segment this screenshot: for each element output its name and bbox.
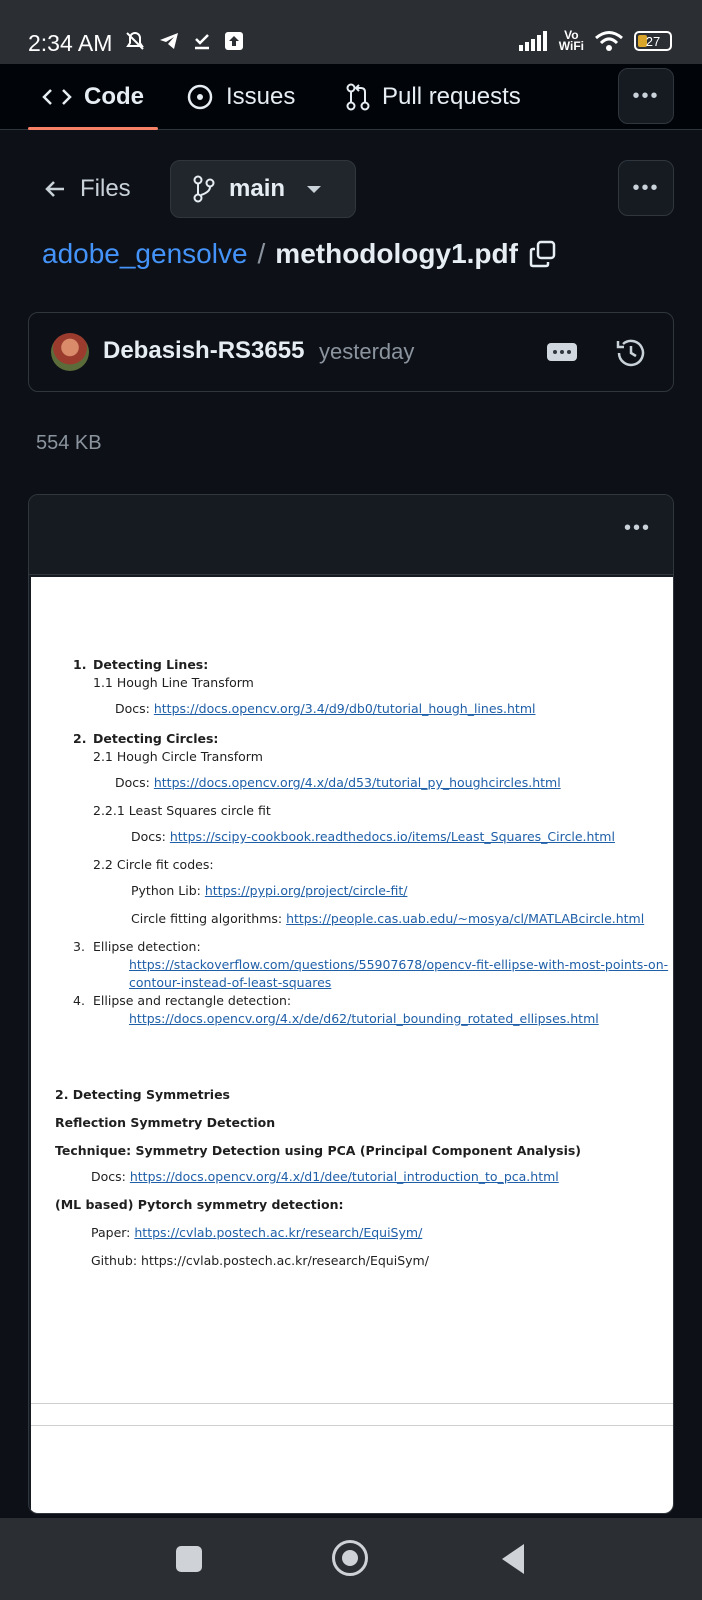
history-icon[interactable]: [613, 335, 649, 371]
tab-label: Code: [84, 83, 144, 110]
page-divider: [31, 1403, 673, 1404]
wifi-icon: [595, 31, 623, 51]
upload-icon: [225, 32, 243, 50]
more-horizontal-icon: •••: [632, 176, 660, 199]
vowifi-label: Vo WiFi: [558, 28, 584, 53]
doc-link[interactable]: https://stackoverflow.com/questions/5590…: [129, 957, 668, 972]
tab-pull-requests[interactable]: Pull requests: [346, 64, 521, 130]
more-horizontal-icon[interactable]: •••: [624, 517, 651, 540]
avatar[interactable]: [51, 333, 89, 371]
active-tab-indicator: [28, 127, 158, 130]
latest-commit-box[interactable]: Debasish-RS3655 yesterday: [28, 312, 674, 392]
breadcrumb: adobe_gensolve / methodology1.pdf: [42, 238, 558, 270]
files-label: Files: [80, 175, 131, 202]
copy-icon[interactable]: [528, 239, 558, 269]
list-number: 2.: [73, 731, 87, 746]
tab-code[interactable]: Code: [42, 64, 144, 130]
system-icons: Vo WiFi 27: [518, 28, 672, 53]
recents-icon[interactable]: [176, 1546, 202, 1572]
doc-link[interactable]: https://cvlab.postech.ac.kr/research/Equ…: [134, 1225, 422, 1240]
github-line: Github: https://cvlab.postech.ac.kr/rese…: [91, 1253, 429, 1268]
pdf-page[interactable]: 1. Detecting Lines: 1.1 Hough Line Trans…: [31, 577, 673, 1513]
subsection-title: 2.1 Hough Circle Transform: [93, 749, 263, 764]
section-title: Ellipse detection:: [93, 939, 201, 954]
docs-line: Python Lib: https://pypi.org/project/cir…: [131, 883, 408, 898]
files-back-button[interactable]: Files: [44, 166, 131, 212]
list-number: 4.: [73, 993, 85, 1008]
battery-icon: 27: [634, 31, 672, 51]
system-navigation-bar: [0, 1518, 702, 1600]
chevron-down-icon: [307, 185, 322, 193]
subsection-title: 2.2.1 Least Squares circle fit: [93, 803, 271, 818]
status-time: 2:34 AM: [28, 30, 113, 56]
doc-link-line: contour-instead-of-least-squares: [129, 975, 331, 990]
branch-name: main: [229, 175, 286, 202]
doc-link[interactable]: https://docs.opencv.org/4.x/da/d53/tutor…: [154, 775, 561, 790]
page-divider: [31, 1425, 673, 1426]
doc-link[interactable]: https://docs.opencv.org/3.4/d9/db0/tutor…: [154, 701, 536, 716]
tab-label: Issues: [226, 83, 296, 110]
breadcrumb-file-name: methodology1.pdf: [275, 238, 518, 269]
issue-circle-icon: [187, 84, 213, 110]
download-done-icon: [195, 34, 209, 50]
docs-line: Docs: https://scipy-cookbook.readthedocs…: [131, 829, 615, 844]
doc-link[interactable]: https://docs.opencv.org/4.x/de/d62/tutor…: [129, 1011, 599, 1026]
breadcrumb-separator: /: [257, 238, 266, 269]
bell-off-icon: [126, 31, 144, 50]
commit-time: yesterday: [319, 339, 415, 364]
file-size: 554 KB: [36, 432, 102, 454]
file-more-button[interactable]: •••: [618, 160, 674, 216]
section-title: Ellipse and rectangle detection:: [93, 993, 292, 1008]
subsection-title: 1.1 Hough Line Transform: [93, 675, 254, 690]
docs-line: Docs: https://docs.opencv.org/4.x/da/d53…: [115, 775, 561, 790]
repo-tab-bar: Code Issues Pull requests •••: [0, 64, 702, 130]
doc-link[interactable]: https://docs.opencv.org/4.x/d1/dee/tutor…: [130, 1169, 559, 1184]
section-title: Detecting Lines:: [93, 657, 209, 672]
section-title: 2. Detecting Symmetries: [55, 1087, 230, 1102]
more-horizontal-icon: •••: [632, 84, 660, 107]
commit-message-expand-button[interactable]: [547, 343, 577, 361]
doc-link[interactable]: https://pypi.org/project/circle-fit/: [205, 883, 408, 898]
section-title: Detecting Circles:: [93, 731, 219, 746]
breadcrumb-repo-link[interactable]: adobe_gensolve: [42, 238, 248, 270]
subsection-title: Reflection Symmetry Detection: [55, 1115, 276, 1130]
pdf-viewer: ••• 1. Detecting Lines: 1.1 Hough Line T…: [28, 494, 674, 1514]
back-icon[interactable]: [502, 1544, 524, 1574]
notification-icons: [124, 30, 244, 52]
branch-selector[interactable]: main: [170, 160, 356, 218]
docs-line: Circle fitting algorithms: https://peopl…: [131, 911, 645, 926]
doc-link[interactable]: https://scipy-cookbook.readthedocs.io/it…: [170, 829, 615, 844]
code-icon: [42, 89, 72, 105]
arrow-left-icon: [45, 181, 64, 197]
docs-line: Paper: https://cvlab.postech.ac.kr/resea…: [91, 1225, 423, 1240]
status-bar: 2:34 AM Vo WiFi 27: [0, 0, 702, 64]
doc-link[interactable]: https://people.cas.uab.edu/~mosya/cl/MAT…: [286, 911, 644, 926]
commit-author[interactable]: Debasish-RS3655: [103, 337, 304, 365]
viewer-header: •••: [29, 495, 673, 575]
pull-request-icon: [346, 83, 370, 111]
subsection-title: Technique: Symmetry Detection using PCA …: [55, 1143, 582, 1158]
tabs-more-button[interactable]: •••: [618, 68, 674, 124]
docs-line: Docs: https://docs.opencv.org/4.x/d1/dee…: [91, 1169, 559, 1184]
tab-label: Pull requests: [382, 83, 521, 110]
telegram-icon: [160, 33, 178, 49]
list-number: 3.: [73, 939, 85, 954]
home-icon[interactable]: [332, 1540, 368, 1576]
doc-link-line: https://stackoverflow.com/questions/5590…: [129, 957, 668, 972]
subsection-title: (ML based) Pytorch symmetry detection:: [55, 1197, 344, 1212]
subsection-title: 2.2 Circle fit codes:: [93, 857, 214, 872]
git-branch-icon: [193, 175, 215, 203]
docs-line: Docs: https://docs.opencv.org/3.4/d9/db0…: [115, 701, 536, 716]
doc-link-line: https://docs.opencv.org/4.x/de/d62/tutor…: [129, 1011, 599, 1026]
list-number: 1.: [73, 657, 87, 672]
doc-link[interactable]: contour-instead-of-least-squares: [129, 975, 331, 990]
tab-issues[interactable]: Issues: [186, 64, 295, 130]
signal-icon: [518, 31, 547, 51]
